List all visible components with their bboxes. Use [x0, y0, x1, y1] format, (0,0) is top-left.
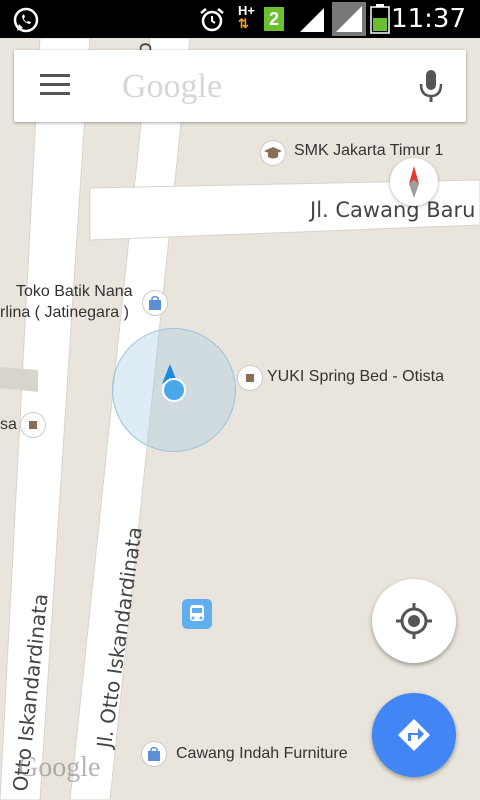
search-logo[interactable]: Google: [122, 68, 222, 106]
place-icon[interactable]: [20, 412, 46, 438]
bus-stop-icon[interactable]: [182, 599, 212, 629]
hamburger-menu-icon[interactable]: [40, 74, 70, 98]
shopping-bag-icon[interactable]: [142, 290, 168, 316]
directions-button[interactable]: [372, 693, 456, 777]
school-icon[interactable]: [260, 140, 286, 166]
microphone-icon[interactable]: [418, 68, 444, 104]
my-location-dot: [162, 378, 186, 402]
clock: 11:37: [391, 4, 466, 34]
alarm-icon: [200, 8, 224, 32]
place-label-yuki[interactable]: YUKI Spring Bed - Otista: [267, 368, 444, 386]
compass-icon: [409, 166, 419, 198]
place-label-toko-batik[interactable]: Toko Batik Nana: [16, 283, 133, 301]
gps-target-icon: [396, 603, 432, 639]
directions-icon: [398, 719, 430, 751]
place-label-sa[interactable]: sa: [0, 416, 17, 434]
search-bar[interactable]: Google: [14, 50, 466, 122]
status-bar: H+ ⇅ 2 11:37: [0, 0, 480, 38]
map-view[interactable]: Jl. Otto Iskandardinata Jl. Cawang Baru …: [0, 38, 480, 800]
place-label-jatinegara[interactable]: rlina ( Jatinegara ): [0, 304, 129, 322]
signal-icon: [332, 2, 366, 36]
google-watermark: Google: [18, 752, 101, 783]
hplus-data-icon: H+ ⇅: [238, 3, 255, 31]
whatsapp-icon: [13, 7, 39, 33]
my-location-button[interactable]: [372, 579, 456, 663]
signal-icon: [300, 8, 324, 32]
place-icon[interactable]: [237, 365, 263, 391]
compass-button[interactable]: [390, 158, 438, 206]
shopping-bag-icon[interactable]: [141, 741, 167, 767]
place-label-cawang-indah[interactable]: Cawang Indah Furniture: [176, 745, 348, 763]
sim2-icon: 2: [264, 7, 284, 31]
battery-icon: [370, 4, 390, 34]
